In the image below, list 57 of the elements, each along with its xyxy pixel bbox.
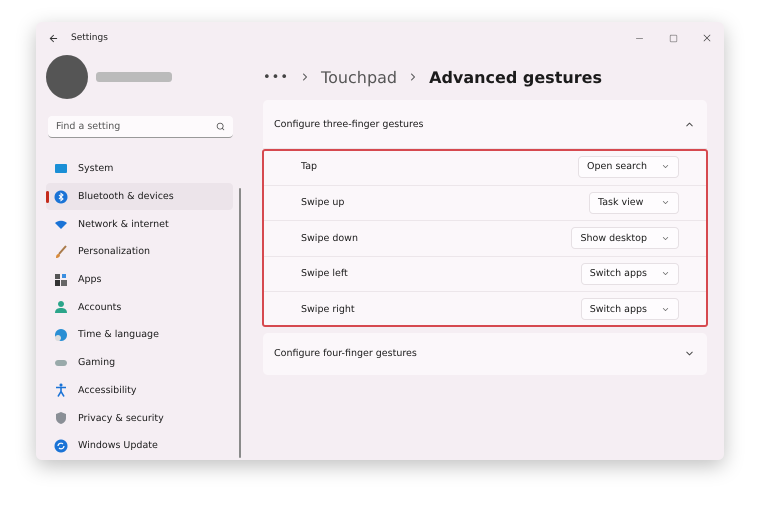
- expander-title: Configure four-finger gestures: [274, 348, 417, 359]
- search-icon: [216, 122, 225, 131]
- expander-title: Configure three-finger gestures: [274, 118, 424, 130]
- sidebar-item[interactable]: System: [46, 155, 233, 183]
- sidebar-item[interactable]: Apps: [46, 266, 233, 294]
- sidebar-item[interactable]: Accessibility: [46, 376, 233, 404]
- sidebar-item[interactable]: Bluetooth & devices: [46, 182, 233, 210]
- brush-icon: [54, 244, 68, 259]
- sidebar-item-label: Time & language: [78, 329, 159, 340]
- sidebar-item[interactable]: Gaming: [46, 348, 233, 376]
- sidebar-item-label: Bluetooth & devices: [78, 191, 174, 202]
- sidebar-item-label: Accounts: [78, 302, 122, 313]
- close-icon: [701, 32, 713, 44]
- action-dropdown[interactable]: Switch apps: [580, 262, 679, 285]
- shield-icon: [54, 411, 68, 426]
- gesture-label: Swipe right: [301, 304, 355, 315]
- gesture-label: Swipe up: [301, 197, 344, 208]
- sidebar-item-label: Network & internet: [78, 218, 169, 230]
- sidebar-item[interactable]: Network & internet: [46, 210, 233, 238]
- breadcrumb-overflow[interactable]: •••: [263, 70, 290, 84]
- selection-indicator: [46, 190, 49, 203]
- bluetooth-icon: [54, 190, 68, 204]
- sidebar-item[interactable]: Accounts: [46, 293, 233, 322]
- sidebar-item[interactable]: Personalization: [46, 238, 233, 266]
- maximize-icon: [668, 34, 678, 42]
- action-dropdown[interactable]: Open search: [578, 156, 679, 178]
- action-dropdown[interactable]: Switch apps: [580, 298, 679, 320]
- sidebar-item-label: Personalization: [78, 246, 150, 258]
- breadcrumb-item: Advanced gestures: [429, 68, 602, 86]
- sidebar-item-label: System: [78, 163, 114, 174]
- breadcrumb-item[interactable]: Touchpad: [321, 68, 398, 86]
- gesture-label: Swipe left: [301, 268, 348, 280]
- accessibility-icon: [54, 383, 68, 398]
- window-title: Settings: [71, 33, 108, 43]
- avatar-circle: [46, 55, 88, 99]
- sidebar-item-label: Apps: [78, 274, 102, 286]
- sidebar-item-label: Privacy & security: [78, 412, 164, 424]
- gesture-label: Tap: [301, 161, 318, 172]
- action-dropdown[interactable]: Task view: [589, 192, 679, 214]
- sidebar-item[interactable]: Windows Update: [46, 432, 233, 460]
- sidebar-item[interactable]: Privacy & security: [46, 404, 233, 432]
- back-icon[interactable]: [48, 32, 59, 44]
- scrollbar[interactable]: [239, 188, 241, 458]
- sync-icon: [54, 438, 68, 453]
- person-icon: [54, 300, 68, 314]
- monitor-icon: [54, 162, 68, 176]
- sidebar-item-label: Accessibility: [78, 384, 136, 396]
- sidebar-item-label: Gaming: [78, 357, 116, 368]
- search-field[interactable]: Find a setting: [48, 116, 233, 138]
- gesture-label: Swipe down: [301, 232, 358, 244]
- expander-header[interactable]: Configure three-finger gestures: [263, 100, 707, 149]
- sidebar-item[interactable]: Time & language: [46, 321, 233, 349]
- sidebar-item-label: Windows Update: [78, 440, 158, 452]
- globe-clock-icon: [54, 328, 68, 342]
- apps-icon: [54, 272, 68, 287]
- action-dropdown[interactable]: Show desktop: [571, 227, 679, 250]
- expander-header[interactable]: Configure four-finger gestures: [263, 332, 707, 374]
